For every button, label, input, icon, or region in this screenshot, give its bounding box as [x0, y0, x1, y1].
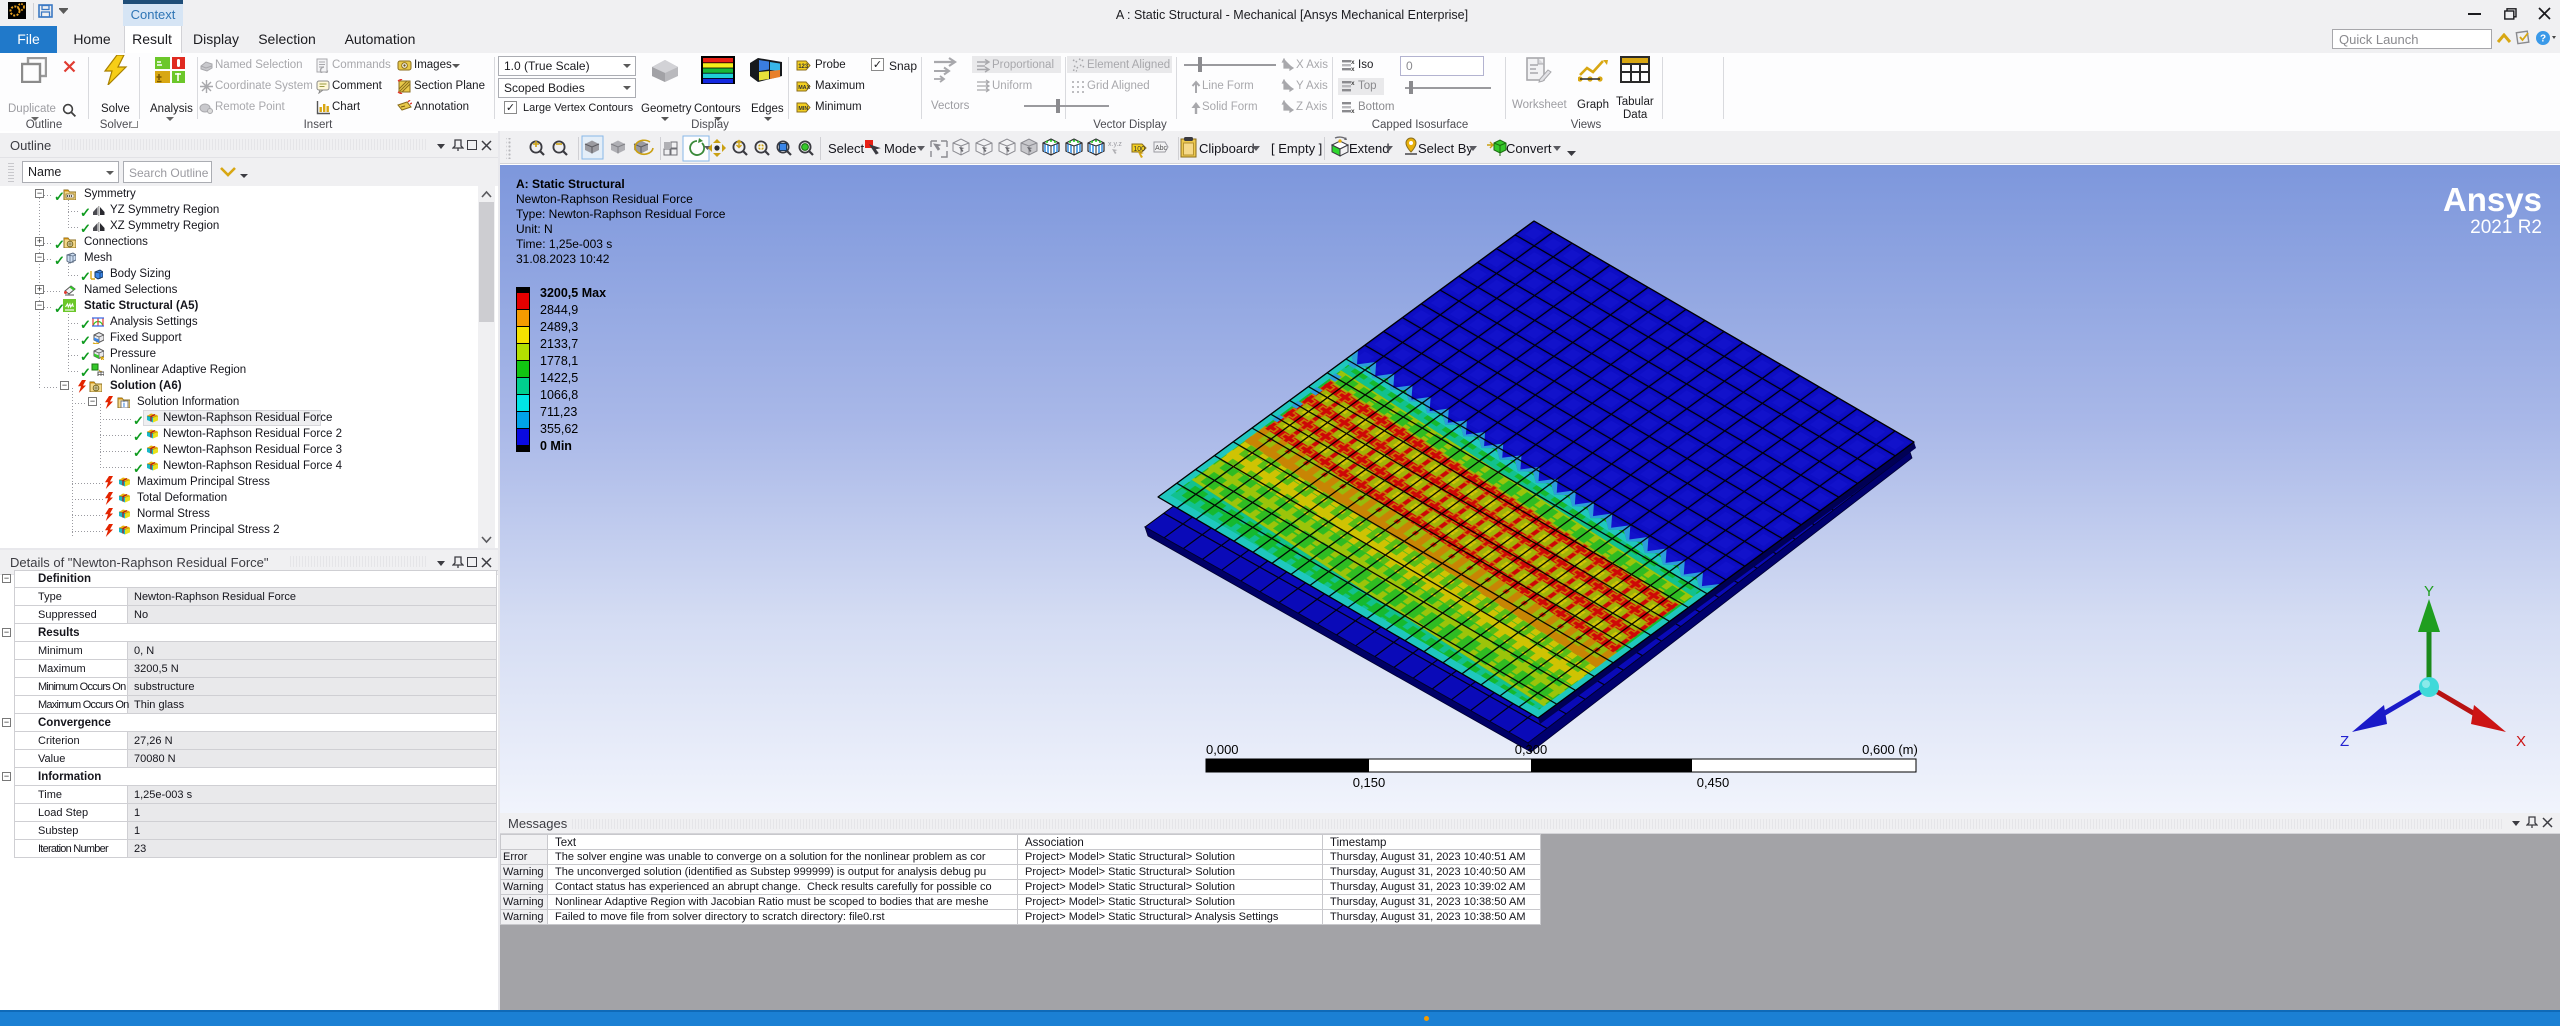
svg-text:Mode: Mode: [884, 141, 917, 156]
svg-text:[ Empty ]: [ Empty ]: [1271, 141, 1322, 156]
svg-text:Extend: Extend: [1349, 141, 1389, 156]
svg-text:x.y.z: x.y.z: [1108, 141, 1122, 148]
svg-text:MIN: MIN: [798, 106, 808, 112]
svg-text:x: x: [1351, 80, 1355, 87]
svg-text:X: X: [2516, 733, 2526, 750]
svg-text:Convert: Convert: [1506, 141, 1552, 156]
svg-text:0,000: 0,000: [1206, 742, 1239, 757]
svg-text:MAX: MAX: [798, 85, 810, 91]
svg-text:0,450: 0,450: [1697, 775, 1730, 790]
svg-text:123: 123: [798, 64, 809, 70]
svg-text:Abc: Abc: [1155, 145, 1168, 152]
svg-text:?: ?: [2540, 34, 2546, 45]
svg-text:0,600 (m): 0,600 (m): [1862, 742, 1918, 757]
svg-text:0,300: 0,300: [1515, 742, 1548, 757]
svg-text:Select: Select: [828, 141, 865, 156]
svg-text:i: i: [123, 402, 125, 408]
svg-text:Y: Y: [2424, 583, 2434, 600]
svg-text:0,150: 0,150: [1353, 775, 1386, 790]
svg-text:x: x: [1351, 108, 1355, 115]
svg-text:Z: Z: [2340, 733, 2349, 750]
svg-text:x: x: [1351, 66, 1355, 73]
svg-text:Clipboard: Clipboard: [1199, 141, 1255, 156]
svg-text:Select By: Select By: [1418, 141, 1473, 156]
svg-text:100: 100: [1133, 146, 1145, 153]
svg-text:x: x: [1351, 59, 1355, 66]
